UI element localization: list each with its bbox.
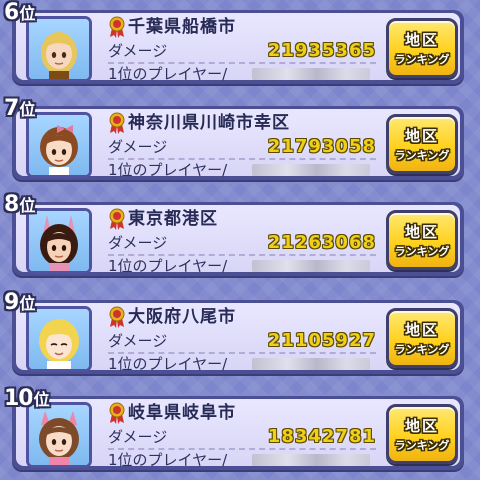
top-player-label: 1位のプレイヤー/ [108, 451, 228, 469]
blonde-girl-avatar-icon [39, 319, 79, 369]
rank-label: 6位 [4, 0, 35, 25]
ranking-row: 9位 大阪府八尾市 ダメージ 21105927 1位のプレイヤー/ 地区 ランキ… [0, 290, 480, 376]
top-player-name-blurred [252, 454, 370, 466]
ranking-row: 10位 岐阜県岐阜市 ダメージ 18342781 1位のプレイヤー/ 地区 ラン… [0, 386, 480, 472]
rank-label: 8位 [4, 192, 35, 217]
damage-value: 21105927 [267, 330, 376, 351]
rank-label: 10位 [4, 386, 50, 411]
area-ranking-button[interactable]: 地区 ランキング [386, 114, 458, 174]
button-label-line1: 地区 [404, 417, 439, 435]
damage-value: 21793058 [267, 136, 376, 157]
damage-value: 21935365 [267, 40, 376, 61]
button-label-line2: ランキング [394, 343, 450, 356]
top-player-label: 1位のプレイヤー/ [108, 161, 228, 179]
top-player-label: 1位のプレイヤー/ [108, 257, 228, 275]
medal-icon [109, 16, 125, 38]
button-label-line2: ランキング [394, 439, 450, 452]
area-ranking-button[interactable]: 地区 ランキング [386, 404, 458, 464]
blonde-boy-avatar-icon [41, 32, 77, 79]
area-ranking-button[interactable]: 地区 ランキング [386, 308, 458, 368]
area-name: 大阪府八尾市 [128, 307, 236, 327]
damage-label: ダメージ [108, 138, 168, 156]
top-player-name-blurred [252, 68, 370, 80]
area-name: 東京都港区 [128, 209, 218, 229]
top-player-name-blurred [252, 358, 370, 370]
medal-icon [109, 208, 125, 230]
top-player-label: 1位のプレイヤー/ [108, 355, 228, 373]
medal-icon [109, 402, 125, 424]
ranking-list: 6位 千葉県船橋市 ダメージ 21935365 1位のプレイヤー/ 地区 ランキ… [0, 0, 480, 480]
damage-label: ダメージ [108, 42, 168, 60]
button-label-line2: ランキング [394, 245, 450, 258]
rank-label: 9位 [4, 290, 35, 315]
button-label-line1: 地区 [404, 321, 439, 339]
button-label-line1: 地区 [404, 31, 439, 49]
ranking-row: 6位 千葉県船橋市 ダメージ 21935365 1位のプレイヤー/ 地区 ランキ… [0, 0, 480, 86]
top-player-name-blurred [252, 164, 370, 176]
ranking-row: 8位 東京都港区 ダメージ 21263068 1位のプレイヤー/ 地区 ランキン… [0, 192, 480, 278]
damage-value: 21263068 [267, 232, 376, 253]
brown-hair-bunny-girl-avatar-icon [39, 411, 79, 465]
area-name: 岐阜県岐阜市 [128, 403, 236, 423]
damage-label: ダメージ [108, 428, 168, 446]
player-avatar [26, 208, 92, 274]
dark-hair-bunny-girl-avatar-icon [40, 215, 78, 271]
player-avatar [26, 16, 92, 82]
medal-icon [109, 112, 125, 134]
rank-label: 7位 [4, 96, 35, 121]
damage-label: ダメージ [108, 332, 168, 350]
ranking-row: 7位 神奈川県川崎市幸区 ダメージ 21793058 1位のプレイヤー/ 地区 … [0, 96, 480, 182]
button-label-line2: ランキング [394, 53, 450, 66]
area-name: 千葉県船橋市 [128, 17, 236, 37]
damage-label: ダメージ [108, 234, 168, 252]
top-player-name-blurred [252, 260, 370, 272]
player-avatar [26, 306, 92, 372]
area-ranking-button[interactable]: 地区 ランキング [386, 210, 458, 270]
button-label-line2: ランキング [394, 149, 450, 162]
button-label-line1: 地区 [404, 127, 439, 145]
brown-hair-girl-avatar-icon [40, 125, 78, 175]
area-ranking-button[interactable]: 地区 ランキング [386, 18, 458, 78]
medal-icon [109, 306, 125, 328]
button-label-line1: 地区 [404, 223, 439, 241]
player-avatar [26, 112, 92, 178]
damage-value: 18342781 [267, 426, 376, 447]
area-name: 神奈川県川崎市幸区 [128, 113, 290, 133]
top-player-label: 1位のプレイヤー/ [108, 65, 228, 83]
